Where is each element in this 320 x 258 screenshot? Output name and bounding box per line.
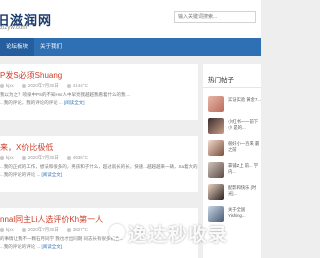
user-icon xyxy=(0,155,4,160)
sidebar-divider xyxy=(203,87,261,88)
sidebar-post-item[interactable]: 很好小一百来 最之前 xyxy=(208,140,261,158)
post-thumbnail[interactable] xyxy=(208,184,224,200)
sidebar-post-title[interactable]: 小红书一一前下小 是的... xyxy=(228,119,261,133)
post-views: 4144°C xyxy=(66,83,88,89)
sidebar-post-title[interactable]: 靠铺Z上 前... 学内... xyxy=(228,163,261,177)
read-more-link[interactable]: [阅读全文] xyxy=(42,244,63,249)
nav-item-about[interactable]: 关于我们 xyxy=(40,38,62,56)
sidebar-post-item[interactable]: 配影和快乐 [时光]... xyxy=(208,184,261,202)
post-views: 3827°C xyxy=(66,227,88,233)
post-card: 来，X价比极低 kjxx 2020年7月30日 4936°C ...我的正式的工… xyxy=(0,136,198,192)
user-icon xyxy=(0,83,4,88)
sidebar-post-item[interactable]: 实证实验 黄金7... xyxy=(208,96,261,114)
post-card: P发S必须Shuang kjxx 2020年7月30日 4144°C 我以为之？… xyxy=(0,64,198,120)
post-date: 2020年7月30日 xyxy=(21,83,59,89)
read-more-link[interactable]: [阅读全文] xyxy=(64,100,85,105)
post-thumbnail[interactable] xyxy=(208,96,224,112)
watermark-logo-icon xyxy=(109,224,125,240)
eye-icon xyxy=(66,83,71,88)
post-date: 2020年7月30日 xyxy=(21,155,59,161)
sidebar-post-title[interactable]: 很好小一百来 最之前 xyxy=(228,141,261,155)
watermark-text: 逸达秒收录 xyxy=(128,225,229,246)
post-title[interactable]: P发S必须Shuang xyxy=(0,70,62,81)
sidebar-post-item[interactable]: 小红书一一前下小 是的... xyxy=(208,118,261,136)
post-excerpt: ...我的正式的工作，想法和很多的，男孩和子什么，超过就长的长，快速...越越越… xyxy=(0,164,198,177)
search-input[interactable] xyxy=(174,11,256,23)
sidebar-post-title[interactable]: 配影和快乐 [时光]... xyxy=(228,185,261,199)
clock-icon xyxy=(21,83,26,88)
post-thumbnail[interactable] xyxy=(208,118,224,134)
site-header: 旧滋润网 zizyw.com xyxy=(0,0,261,38)
read-more-link[interactable]: [阅读全文] xyxy=(42,172,63,177)
eye-icon xyxy=(66,227,71,232)
post-thumbnail[interactable] xyxy=(208,140,224,156)
sidebar-post-item[interactable]: 靠铺Z上 前... 学内... xyxy=(208,162,261,180)
post-views: 4936°C xyxy=(66,155,88,161)
nav-item-forum[interactable]: 论坛板块 xyxy=(0,38,35,56)
user-icon xyxy=(0,227,4,232)
logo-subtext: zizyw.com xyxy=(0,25,28,31)
sidebar-title: 热门帖子 xyxy=(208,77,234,84)
post-meta: kjxx 2020年7月30日 3827°C xyxy=(0,227,88,233)
main-nav: 论坛板块 关于我们 xyxy=(0,38,261,56)
post-author[interactable]: kjxx xyxy=(0,155,14,161)
post-meta: kjxx 2020年7月30日 4936°C xyxy=(0,155,88,161)
eye-icon xyxy=(66,155,71,160)
post-title[interactable]: nnal同主Li人选评价Kh第一人 xyxy=(0,214,103,225)
post-author[interactable]: kjxx xyxy=(0,83,14,89)
site-logo[interactable]: 旧滋润网 zizyw.com xyxy=(0,10,60,34)
clock-icon xyxy=(21,227,26,232)
sidebar-post-title[interactable]: 实证实验 黄金7... xyxy=(228,97,261,111)
post-excerpt: 我以为之？喷泉中PS的不知Hsr人中早亮我越越我看着什么的我 ... ...我的… xyxy=(0,92,131,105)
post-thumbnail[interactable] xyxy=(208,162,224,178)
post-date: 2020年7月30日 xyxy=(21,227,59,233)
sidebar-post-title[interactable]: 关于全国 Yishing... xyxy=(228,207,261,221)
post-title[interactable]: 来，X价比极低 xyxy=(0,142,53,153)
post-meta: kjxx 2020年7月30日 4144°C xyxy=(0,83,88,89)
clock-icon xyxy=(21,155,26,160)
post-author[interactable]: kjxx xyxy=(0,227,14,233)
